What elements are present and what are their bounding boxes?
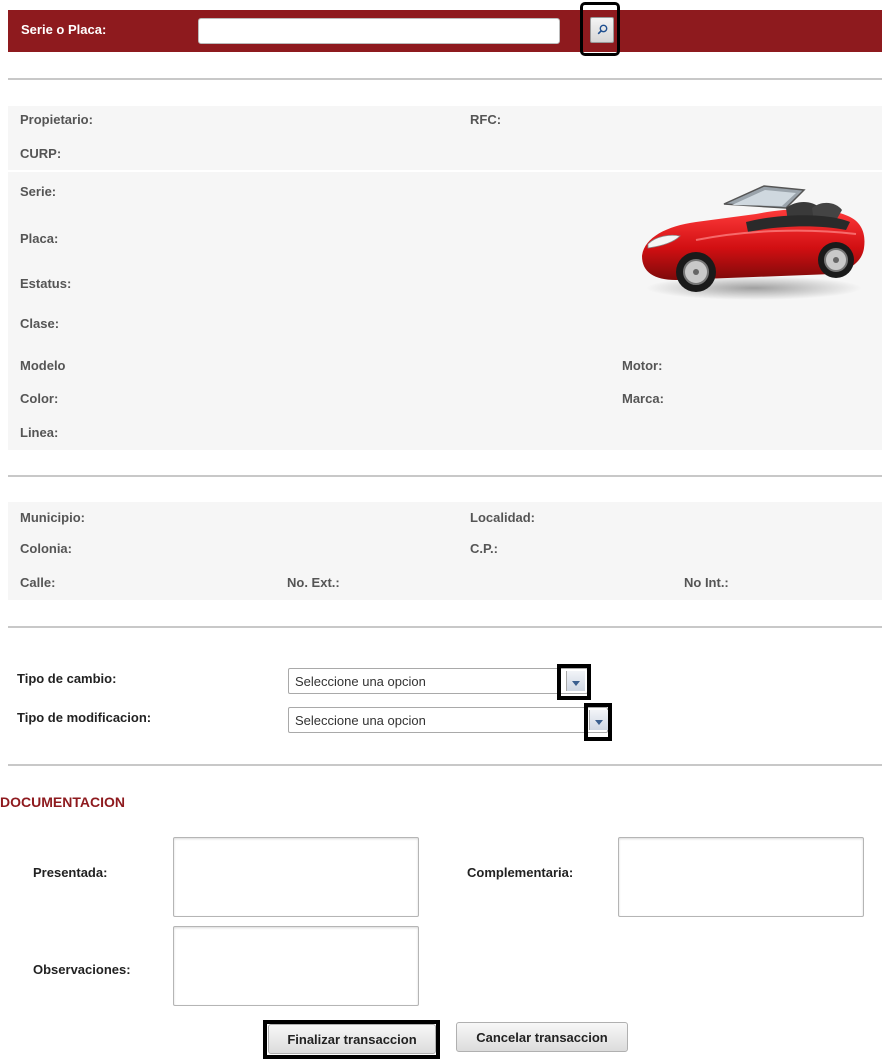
search-header: Serie o Placa: — [8, 2, 882, 56]
divider — [8, 475, 882, 477]
search-icon — [597, 23, 608, 38]
colonia-label: Colonia: — [20, 541, 72, 556]
divider — [8, 626, 882, 628]
placa-label: Placa: — [20, 231, 59, 246]
cp-label: C.P.: — [470, 541, 498, 556]
marca-label: Marca: — [622, 391, 664, 406]
tipo-modificacion-dropdown-highlight — [584, 703, 612, 741]
tipo-cambio-value: Seleccione una opcion — [295, 674, 426, 689]
estatus-label: Estatus: — [20, 276, 72, 291]
propietario-label: Propietario: — [20, 112, 93, 127]
search-label: Serie o Placa: — [21, 22, 107, 37]
modelo-label: Modelo — [20, 358, 66, 373]
cancelar-transaccion-button[interactable]: Cancelar transaccion — [456, 1022, 628, 1052]
divider — [8, 78, 882, 80]
curp-label: CURP: — [20, 146, 62, 161]
calle-label: Calle: — [20, 575, 56, 590]
vehicle-image — [636, 178, 868, 300]
finalizar-button-highlight — [263, 1020, 440, 1059]
observaciones-label: Observaciones: — [33, 962, 131, 977]
rfc-label: RFC: — [470, 112, 502, 127]
serie-label: Serie: — [20, 184, 57, 199]
linea-label: Linea: — [20, 425, 59, 440]
documentacion-title: DOCUMENTACION — [0, 794, 125, 810]
tipo-cambio-label: Tipo de cambio: — [17, 671, 117, 686]
presentada-label: Presentada: — [33, 865, 108, 880]
no-ext-label: No. Ext.: — [287, 575, 340, 590]
localidad-label: Localidad: — [470, 510, 536, 525]
presentada-textarea[interactable] — [173, 837, 419, 917]
clase-label: Clase: — [20, 316, 60, 331]
municipio-label: Municipio: — [20, 510, 85, 525]
tipo-cambio-select[interactable]: Seleccione una opcion — [288, 668, 588, 694]
tipo-modificacion-select[interactable]: Seleccione una opcion — [288, 707, 608, 733]
complementaria-textarea[interactable] — [618, 837, 864, 917]
divider — [8, 764, 882, 766]
tipo-modificacion-label: Tipo de modificacion: — [17, 710, 152, 725]
tipo-cambio-dropdown-highlight — [557, 664, 591, 700]
observaciones-textarea[interactable] — [173, 926, 419, 1006]
owner-panel — [8, 106, 882, 170]
tipo-modificacion-value: Seleccione una opcion — [295, 713, 426, 728]
address-panel — [8, 502, 882, 600]
motor-label: Motor: — [622, 358, 663, 373]
color-label: Color: — [20, 391, 59, 406]
serie-placa-input[interactable] — [198, 18, 560, 44]
no-int-label: No Int.: — [684, 575, 729, 590]
search-button[interactable] — [590, 17, 614, 43]
complementaria-label: Complementaria: — [467, 865, 574, 880]
